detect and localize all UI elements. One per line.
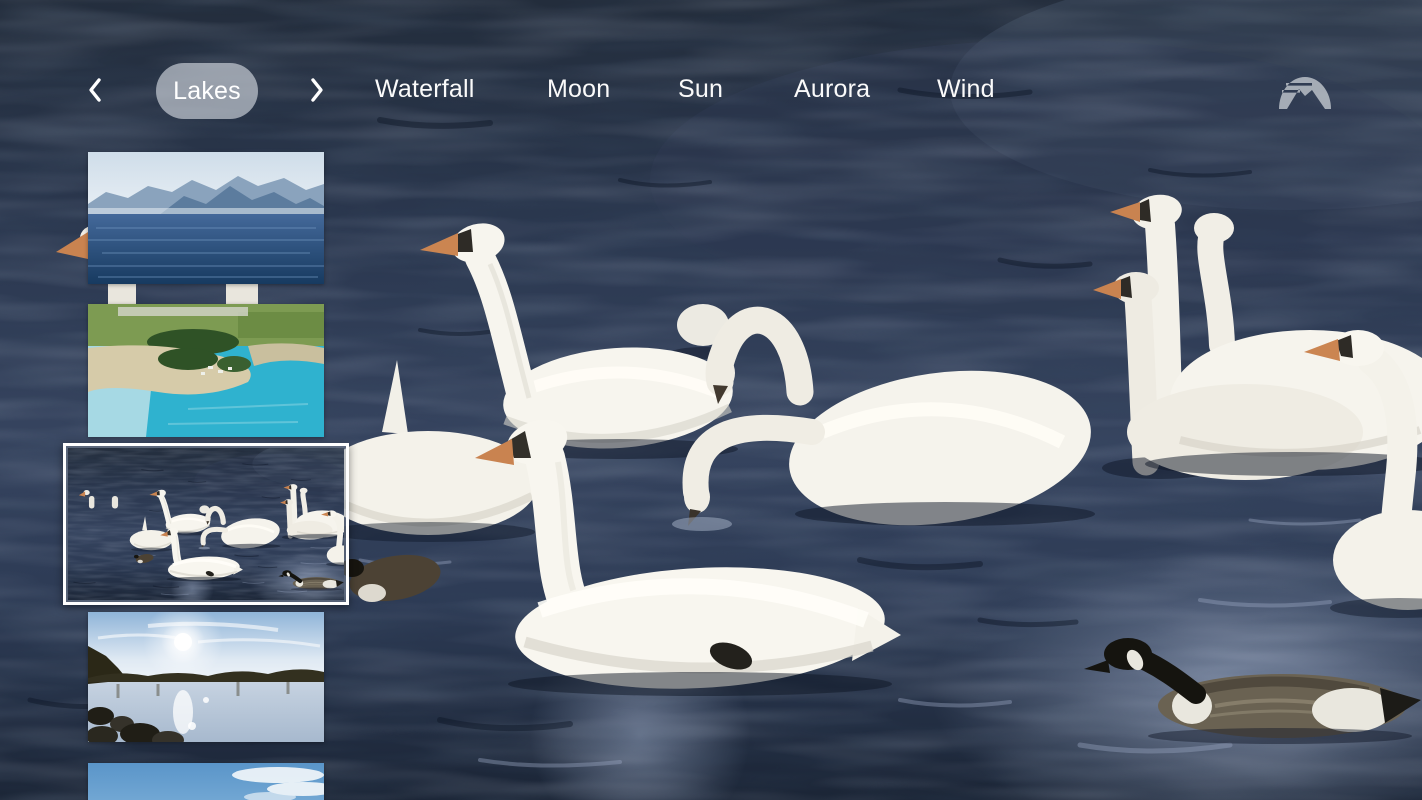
thumbnail-sky-over-lake[interactable] — [88, 763, 324, 800]
thumbnail-mountain-lake[interactable] — [88, 152, 324, 284]
thumbnail-aerial-turquoise-lake[interactable] — [88, 304, 324, 437]
chevron-right-icon — [311, 78, 323, 102]
wallpaper-picker-screen: Lakes Waterfall Moon Sun Aurora Wind — [0, 0, 1422, 800]
category-pill-lakes[interactable]: Lakes — [156, 63, 258, 119]
mountain-lake-image — [88, 152, 324, 284]
category-label-selected: Lakes — [173, 76, 241, 105]
aerial-lake-image — [88, 304, 324, 437]
thumbnail-sunrise-over-lake[interactable] — [88, 612, 324, 742]
sunrise-lake-image — [88, 612, 324, 742]
sky-image — [88, 763, 324, 800]
category-moon[interactable]: Moon — [547, 76, 610, 102]
category-waterfall[interactable]: Waterfall — [375, 76, 475, 102]
category-wind[interactable]: Wind — [937, 76, 995, 102]
thumbnail-swans-selected[interactable] — [63, 443, 349, 605]
chevron-left-icon — [89, 78, 101, 102]
category-aurora[interactable]: Aurora — [794, 76, 870, 102]
prev-category-button[interactable] — [78, 73, 112, 107]
mountain-dome-icon — [1279, 77, 1331, 109]
swans-image — [68, 448, 344, 600]
app-logo — [1278, 72, 1332, 109]
category-sun[interactable]: Sun — [678, 76, 723, 102]
next-category-button[interactable] — [300, 73, 334, 107]
